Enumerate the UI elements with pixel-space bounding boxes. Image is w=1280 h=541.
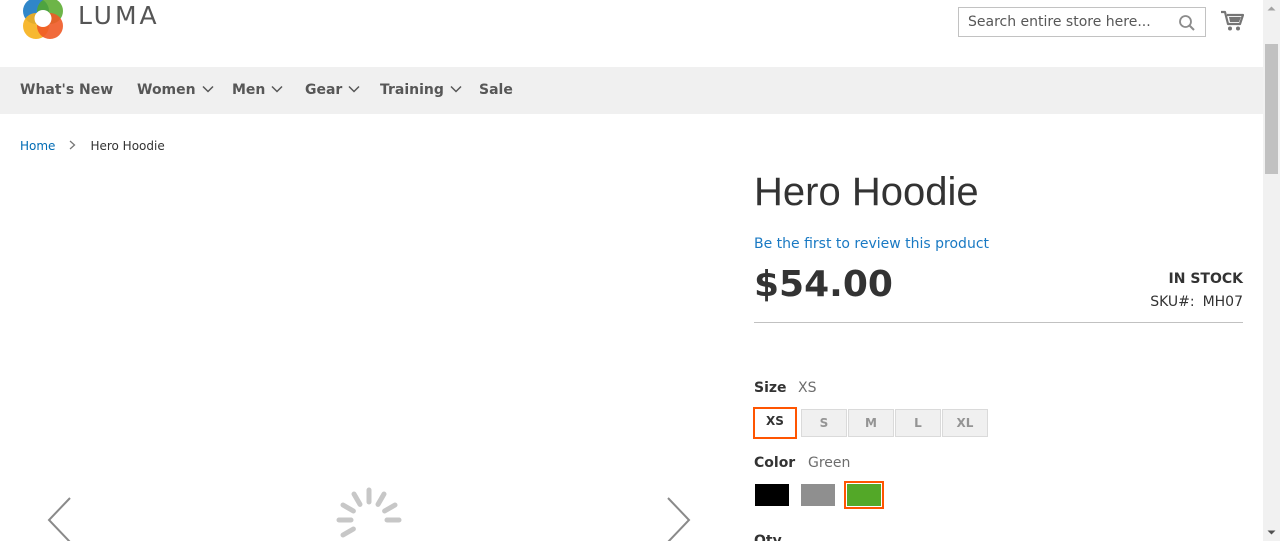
nav-item-men[interactable]: Men [232,67,283,114]
size-option-xl[interactable]: XL [942,409,988,437]
nav-item-label: Sale [479,82,513,98]
luma-logo-mark [23,0,63,39]
chevron-down-icon [271,85,283,93]
color-selected-value: Green [808,455,851,471]
nav-item-label: Women [137,82,196,98]
sku-label: SKU#: [1150,294,1195,310]
nav-item-gear[interactable]: Gear [305,67,360,114]
color-label: Color [754,455,796,471]
cart-icon[interactable] [1220,10,1244,32]
main-nav: What's New Women Men Gear Training Sale [0,67,1263,114]
size-option-xs[interactable]: XS [753,407,797,439]
loading-spinner-icon [336,487,402,538]
nav-item-label: Men [232,82,266,98]
product-sku: SKU#: MH07 [1150,294,1243,310]
color-option-gray[interactable] [801,484,835,506]
luma-logo[interactable]: LUMA [20,0,168,43]
color-option-black[interactable] [755,484,789,506]
nav-item-sale[interactable]: Sale [479,67,513,114]
size-label: Size [754,380,787,396]
qty-label: Qty [754,533,782,541]
chevron-down-icon [202,85,214,93]
product-title: Hero Hoodie [754,170,979,214]
logo-text: LUMA [78,1,160,30]
nav-item-whats-new[interactable]: What's New [20,67,113,114]
search-input[interactable] [959,8,1197,36]
scrollbar-thumb[interactable] [1265,44,1278,174]
size-option-m[interactable]: M [848,409,894,437]
divider [754,322,1243,323]
gallery-prev-arrow-icon[interactable] [46,497,74,541]
review-link[interactable]: Be the first to review this product [754,236,989,252]
product-price: $54.00 [754,264,893,305]
size-option-s[interactable]: S [801,409,847,437]
nav-item-label: Training [380,82,444,98]
scroll-up-arrow-icon[interactable] [1263,0,1280,17]
chevron-right-icon [70,140,76,150]
breadcrumb-current: Hero Hoodie [90,139,165,153]
gallery-next-arrow-icon[interactable] [664,497,692,541]
chevron-down-icon [450,85,462,93]
stock-status: IN STOCK [1168,271,1243,287]
nav-item-women[interactable]: Women [137,67,214,114]
size-selected-value: XS [798,380,817,396]
product-page: LUMA What's New Women Men Gear Training [0,0,1263,541]
size-option-l[interactable]: L [895,409,941,437]
chevron-down-icon [348,85,360,93]
breadcrumb: Home Hero Hoodie [20,139,165,153]
search-box [958,7,1206,37]
scroll-down-arrow-icon[interactable] [1263,524,1280,541]
page-scrollbar[interactable] [1263,0,1280,541]
sku-value: MH07 [1202,294,1243,310]
nav-item-label: What's New [20,82,114,98]
nav-item-training[interactable]: Training [380,67,462,114]
color-option-green[interactable] [844,481,884,509]
search-icon[interactable] [1178,14,1196,32]
breadcrumb-home-link[interactable]: Home [20,139,55,153]
nav-item-label: Gear [305,82,343,98]
